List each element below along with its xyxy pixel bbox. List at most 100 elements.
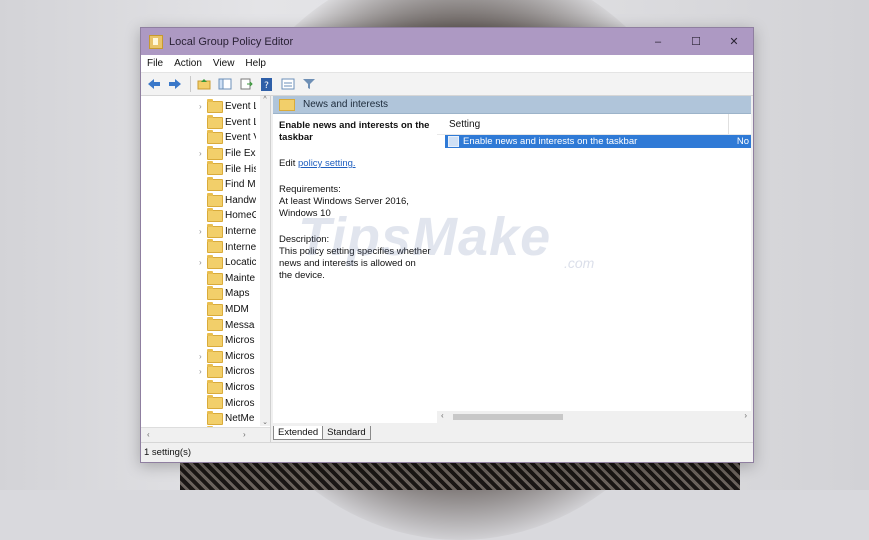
- tree-item[interactable]: Micros: [141, 379, 256, 396]
- tree-item-label: Mainte: [225, 272, 256, 284]
- setting-row[interactable]: Enable news and interests on the taskbar…: [445, 135, 751, 148]
- expand-chevron-icon[interactable]: ›: [199, 149, 202, 158]
- expand-chevron-icon[interactable]: ›: [199, 227, 202, 236]
- tree-item-label: Event L: [225, 116, 256, 128]
- tree-item[interactable]: › Event L: [141, 99, 256, 115]
- tree-item[interactable]: › File Exp: [141, 145, 256, 162]
- tab-standard[interactable]: Standard: [322, 426, 371, 440]
- menu-help[interactable]: Help: [245, 58, 266, 69]
- folder-icon: [207, 395, 223, 410]
- requirements-value: At least Windows Server 2016, Windows 10: [279, 196, 409, 219]
- tree-item[interactable]: Interne: [141, 239, 256, 255]
- window-controls: – ☐ ✕: [639, 28, 753, 55]
- toolbar-separator: [190, 76, 191, 92]
- folder-icon: [207, 161, 223, 176]
- tree-item-label: Maps: [225, 288, 250, 300]
- scroll-right-icon[interactable]: ›: [744, 411, 747, 420]
- folder-icon: [207, 270, 223, 285]
- policy-title: Enable news and interests on the taskbar: [279, 120, 430, 143]
- status-text: 1 setting(s): [144, 447, 191, 458]
- scrollbar-thumb[interactable]: [453, 414, 563, 420]
- menu-file[interactable]: File: [147, 58, 163, 69]
- tree-pane[interactable]: › Event L Event L Event V › File Exp File His F…: [141, 96, 271, 442]
- tree-item[interactable]: Micros: [141, 332, 256, 349]
- tree-item[interactable]: › Micros: [141, 348, 256, 365]
- tree-item[interactable]: Mainte: [141, 270, 256, 287]
- tree-item[interactable]: Find M: [141, 176, 256, 193]
- tree-item[interactable]: NetMe: [141, 410, 256, 427]
- forward-arrow-icon[interactable]: [167, 76, 183, 92]
- folder-icon: [207, 332, 223, 347]
- tree-item[interactable]: Maps: [141, 286, 256, 302]
- filter-icon[interactable]: [301, 76, 317, 92]
- tree-item-label: Event L: [225, 101, 256, 113]
- tree-item-label: NetMe: [225, 413, 255, 425]
- scroll-left-icon[interactable]: ‹: [147, 430, 150, 439]
- details-pane: News and interests Enable news and inter…: [273, 96, 751, 423]
- expand-chevron-icon[interactable]: ›: [199, 102, 202, 111]
- tab-extended[interactable]: Extended: [273, 426, 324, 440]
- tree-item-label: Micros: [225, 350, 255, 362]
- scroll-down-icon[interactable]: ⌄: [260, 418, 270, 426]
- folder-icon: [207, 130, 223, 145]
- tree-item[interactable]: › Interne: [141, 223, 256, 240]
- tree-item-label: Event V: [225, 132, 256, 144]
- tree-item-label: Micros: [225, 381, 255, 393]
- folder-icon: [207, 114, 223, 129]
- setting-state: No: [736, 136, 749, 147]
- tree-item[interactable]: › Locatic: [141, 254, 256, 271]
- policy-setting-icon: [448, 136, 459, 147]
- up-folder-icon[interactable]: [196, 76, 212, 92]
- expand-chevron-icon[interactable]: ›: [199, 258, 202, 267]
- properties-icon[interactable]: [280, 76, 296, 92]
- close-button[interactable]: ✕: [715, 28, 753, 55]
- settings-horizontal-scrollbar[interactable]: ‹ ›: [437, 411, 751, 423]
- folder-icon: [207, 239, 223, 254]
- folder-icon: [207, 208, 223, 223]
- scroll-right-icon[interactable]: ›: [243, 430, 246, 439]
- tree-item[interactable]: Micros: [141, 395, 256, 411]
- expand-chevron-icon[interactable]: ›: [199, 352, 202, 361]
- menu-action[interactable]: Action: [174, 58, 202, 69]
- tree-item[interactable]: MDM: [141, 301, 256, 318]
- group-policy-editor-window: Local Group Policy Editor – ☐ ✕ File Act…: [140, 27, 754, 463]
- tree-item[interactable]: › Micros: [141, 364, 256, 380]
- expand-chevron-icon[interactable]: ›: [199, 367, 202, 376]
- tree-item-label: File Exp: [225, 148, 256, 160]
- folder-icon: [207, 192, 223, 207]
- tree-vertical-scrollbar[interactable]: ^ ⌄: [260, 96, 270, 426]
- tree-item[interactable]: Handw: [141, 192, 256, 209]
- toolbar: ?: [141, 73, 753, 96]
- tree-horizontal-scrollbar[interactable]: ‹ ›: [141, 427, 270, 442]
- folder-icon: [207, 176, 223, 191]
- tree-item-label: Messa: [225, 319, 255, 331]
- setting-column-header[interactable]: Setting: [437, 114, 751, 135]
- svg-text:?: ?: [264, 81, 269, 91]
- show-hide-tree-icon[interactable]: [217, 76, 233, 92]
- back-arrow-icon[interactable]: [146, 76, 162, 92]
- edit-policy-link[interactable]: policy setting.: [298, 158, 356, 169]
- tree-item[interactable]: Event V: [141, 130, 256, 146]
- export-list-icon[interactable]: [238, 76, 254, 92]
- title-bar[interactable]: Local Group Policy Editor – ☐ ✕: [141, 28, 753, 55]
- menu-view[interactable]: View: [213, 58, 235, 69]
- scroll-left-icon[interactable]: ‹: [441, 411, 444, 420]
- tree-item[interactable]: Event L: [141, 114, 256, 131]
- help-icon[interactable]: ?: [259, 76, 275, 92]
- column-divider[interactable]: [728, 114, 729, 134]
- tree-item[interactable]: HomeG: [141, 208, 256, 224]
- description-block: Description: This policy setting specifi…: [279, 234, 431, 282]
- tree-item[interactable]: Messa: [141, 317, 256, 333]
- tree-item[interactable]: File His: [141, 161, 256, 177]
- maximize-button[interactable]: ☐: [677, 28, 715, 55]
- scroll-up-icon[interactable]: ^: [260, 96, 270, 103]
- content-area: › Event L Event L Event V › File Exp File His F…: [141, 96, 753, 442]
- folder-icon: [207, 379, 223, 394]
- tree-item-label: MDM: [225, 304, 249, 316]
- folder-icon: [207, 410, 223, 425]
- category-title: News and interests: [303, 99, 389, 110]
- minimize-button[interactable]: –: [639, 28, 677, 55]
- description-value: This policy setting specifies whether ne…: [279, 246, 431, 281]
- folder-icon: [207, 223, 223, 238]
- category-header: News and interests: [273, 96, 751, 114]
